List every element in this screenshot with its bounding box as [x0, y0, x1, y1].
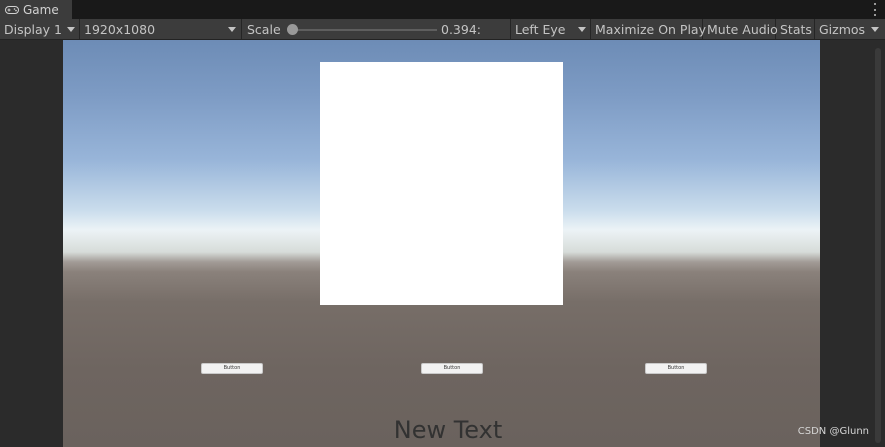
watermark: CSDN @Glunn	[797, 426, 869, 437]
gizmos-dropdown[interactable]: Gizmos	[815, 19, 885, 39]
game-toolbar: Display 1 1920x1080 Scale 0.394: Left Ey…	[0, 19, 885, 40]
chevron-down-icon	[228, 27, 236, 32]
maximize-on-play-toggle[interactable]: Maximize On Play	[591, 19, 706, 39]
tab-strip: Game	[0, 0, 885, 19]
mute-label: Mute Audio	[707, 21, 778, 37]
gizmos-label: Gizmos	[819, 21, 866, 37]
gamepad-icon	[5, 5, 19, 14]
resolution-label: 1920x1080	[84, 21, 156, 37]
chevron-down-icon	[871, 27, 879, 32]
scale-slider-handle[interactable]	[287, 24, 298, 35]
ui-image-panel	[320, 62, 563, 305]
eye-label: Left Eye	[515, 21, 566, 37]
eye-dropdown[interactable]: Left Eye	[511, 19, 591, 39]
scale-label: Scale	[247, 21, 281, 37]
more-options-icon[interactable]	[873, 3, 877, 16]
maximize-label: Maximize On Play	[595, 21, 706, 37]
game-button-right[interactable]: Button	[645, 363, 707, 374]
chevron-down-icon	[578, 27, 586, 32]
tab-game[interactable]: Game	[0, 0, 72, 19]
mute-audio-toggle[interactable]: Mute Audio	[703, 19, 778, 39]
display-dropdown[interactable]: Display 1	[0, 19, 80, 39]
resolution-dropdown[interactable]: 1920x1080	[80, 19, 242, 39]
stats-label: Stats	[780, 21, 812, 37]
game-viewport[interactable]: Button Button Button New Text	[63, 40, 820, 447]
letterbox-left	[0, 40, 63, 447]
game-button-center[interactable]: Button	[421, 363, 483, 374]
display-label: Display 1	[4, 21, 63, 37]
stats-toggle[interactable]: Stats	[776, 19, 815, 39]
ui-text-label: New Text	[393, 416, 503, 444]
vertical-scrollbar[interactable]	[875, 48, 881, 443]
tab-label: Game	[23, 2, 59, 17]
scale-value: 0.394:	[441, 22, 481, 37]
scale-slider-track[interactable]	[292, 29, 437, 31]
chevron-down-icon	[67, 27, 75, 32]
game-button-left[interactable]: Button	[201, 363, 263, 374]
